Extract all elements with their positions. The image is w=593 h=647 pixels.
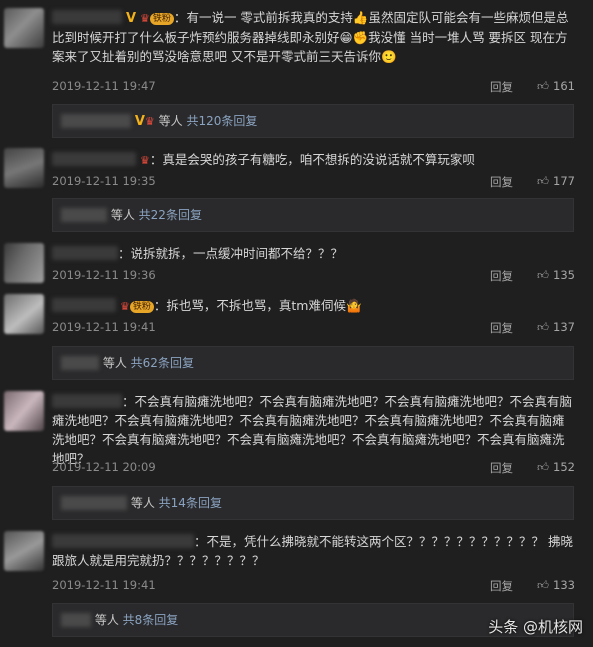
like-count: 152 (553, 460, 575, 474)
comment-body: ：不是，凭什么拂晓就不能转这两个区？？？？？？？？？？？ 拂晓跟旅人就是用完就扔… (52, 532, 575, 570)
like-button[interactable]: 👍︎ 137 (517, 320, 575, 335)
reply-button[interactable]: 回复 (490, 174, 513, 190)
replies-people: 等人 (130, 496, 155, 510)
like-count: 133 (553, 578, 575, 592)
comment-date: 2019-12-11 19:41 (52, 578, 156, 592)
thumbs-up-icon: 👍︎ (537, 578, 550, 592)
comment-meta: 2019-12-11 19:41 回复 👍︎ 133 (52, 578, 575, 594)
avatar[interactable] (4, 294, 44, 334)
like-count: 161 (553, 79, 575, 93)
replies-people: 等人 (94, 613, 119, 627)
reply-usernames (61, 356, 99, 370)
like-button[interactable]: 👍︎ 152 (517, 460, 575, 475)
username[interactable] (52, 534, 194, 548)
reply-button[interactable]: 回复 (490, 79, 513, 95)
fan-medal: 铁粉 (149, 13, 174, 25)
replies-count-link[interactable]: 共62条回复 (131, 356, 194, 370)
username[interactable] (52, 246, 118, 260)
replies-people: 等人 (110, 208, 135, 222)
avatar[interactable] (4, 243, 44, 283)
replies-count-link[interactable]: 共8条回复 (123, 613, 179, 627)
reply-button[interactable]: 回复 (490, 460, 513, 476)
reply-button[interactable]: 回复 (490, 578, 513, 594)
replies-count-link[interactable]: 共14条回复 (159, 496, 222, 510)
avatar[interactable] (4, 531, 44, 571)
vip-badge: V (125, 11, 137, 26)
comment-body: ♛ 铁粉 ：拆也骂，不拆也骂，真tm难伺候🤷 (52, 296, 575, 316)
like-button[interactable]: 👍︎ 135 (517, 268, 575, 283)
comment-text: 真是会哭的孩子有糖吃，咱不想拆的没说话就不算玩家呗 (162, 152, 475, 167)
comment-meta: 2019-12-11 19:41 回复 👍︎ 137 (52, 320, 575, 336)
comment-date: 2019-12-11 19:47 (52, 79, 156, 93)
replies-people: 等人 (102, 356, 127, 370)
like-count: 135 (553, 268, 575, 282)
comment-text: 说拆就拆，一点缓冲时间都不给？？？ (130, 246, 344, 261)
username[interactable] (52, 152, 136, 166)
reply-button[interactable]: 回复 (490, 268, 513, 284)
like-count: 177 (553, 174, 575, 188)
comment-body: ♛：真是会哭的孩子有糖吃，咱不想拆的没说话就不算玩家呗 (52, 150, 575, 170)
replies-bar[interactable]: 等人 共62条回复 (52, 346, 574, 380)
username[interactable] (52, 298, 116, 312)
comment-text: 拆也骂，不拆也骂，真tm难伺候🤷 (166, 298, 362, 313)
username[interactable] (52, 10, 122, 24)
crown-icon: ♛ (139, 154, 150, 167)
comment-body: ：说拆就拆，一点缓冲时间都不给？？？ (52, 244, 575, 263)
thumbs-up-icon: 👍︎ (537, 174, 550, 188)
username[interactable] (52, 394, 122, 408)
thumbs-up-icon: 👍︎ (537, 79, 550, 93)
replies-bar[interactable]: 等人 共22条回复 (52, 198, 574, 232)
crown-icon: ♛ (140, 12, 150, 25)
thumbs-up-icon: 👍︎ (537, 460, 550, 474)
reply-usernames (61, 613, 91, 627)
fan-medal: 铁粉 (129, 301, 154, 313)
replies-bar[interactable]: V♛ 等人 共120条回复 (52, 104, 574, 138)
avatar[interactable] (4, 148, 44, 188)
comment-date: 2019-12-11 19:41 (52, 320, 156, 334)
reply-usernames (61, 208, 107, 222)
replies-count-link[interactable]: 共22条回复 (139, 208, 202, 222)
comment-meta: 2019-12-11 19:47 回复 👍︎ 161 (52, 79, 575, 95)
comment-date: 2019-12-11 19:36 (52, 268, 156, 282)
comment-meta: 2019-12-11 19:36 回复 👍︎ 135 (52, 268, 575, 284)
replies-bar[interactable]: 等人 共14条回复 (52, 486, 574, 520)
comment-date: 2019-12-11 20:09 (52, 460, 156, 474)
comment-body: V ♛ 铁粉 ：有一说一 零式前拆我真的支持👍虽然固定队可能会有一些麻烦但是总比到时… (52, 10, 569, 64)
like-button[interactable]: 👍︎ 133 (517, 578, 575, 593)
thumbs-up-icon: 👍︎ (537, 268, 550, 282)
comment-body: ：不会真有脑瘫洗地吧？不会真有脑瘫洗地吧？不会真有脑瘫洗地吧？不会真有脑瘫洗地吧… (52, 394, 573, 466)
like-button[interactable]: 👍︎ 177 (517, 174, 575, 189)
like-button[interactable]: 👍︎ 161 (517, 79, 575, 94)
reply-button[interactable]: 回复 (490, 320, 513, 336)
vip-badge: V (134, 114, 145, 129)
reply-usernames (61, 496, 127, 510)
avatar[interactable] (4, 391, 44, 431)
comment-meta: 2019-12-11 20:09 回复 👍︎ 152 (52, 460, 575, 476)
reply-usernames (61, 114, 131, 128)
replies-people: 等人 (158, 114, 183, 128)
comment-meta: 2019-12-11 19:35 回复 👍︎ 177 (52, 174, 575, 190)
avatar[interactable] (4, 8, 44, 48)
crown-icon: ♛ (144, 115, 155, 128)
replies-count-link[interactable]: 共120条回复 (186, 114, 257, 128)
comment-date: 2019-12-11 19:35 (52, 174, 156, 188)
watermark: 头条 @机核网 (488, 618, 583, 636)
crown-icon: ♛ (119, 300, 130, 313)
comment-text: 不会真有脑瘫洗地吧？不会真有脑瘫洗地吧？不会真有脑瘫洗地吧？不会真有脑瘫洗地吧？… (52, 394, 573, 466)
like-count: 137 (553, 320, 575, 334)
thumbs-up-icon: 👍︎ (537, 320, 550, 334)
